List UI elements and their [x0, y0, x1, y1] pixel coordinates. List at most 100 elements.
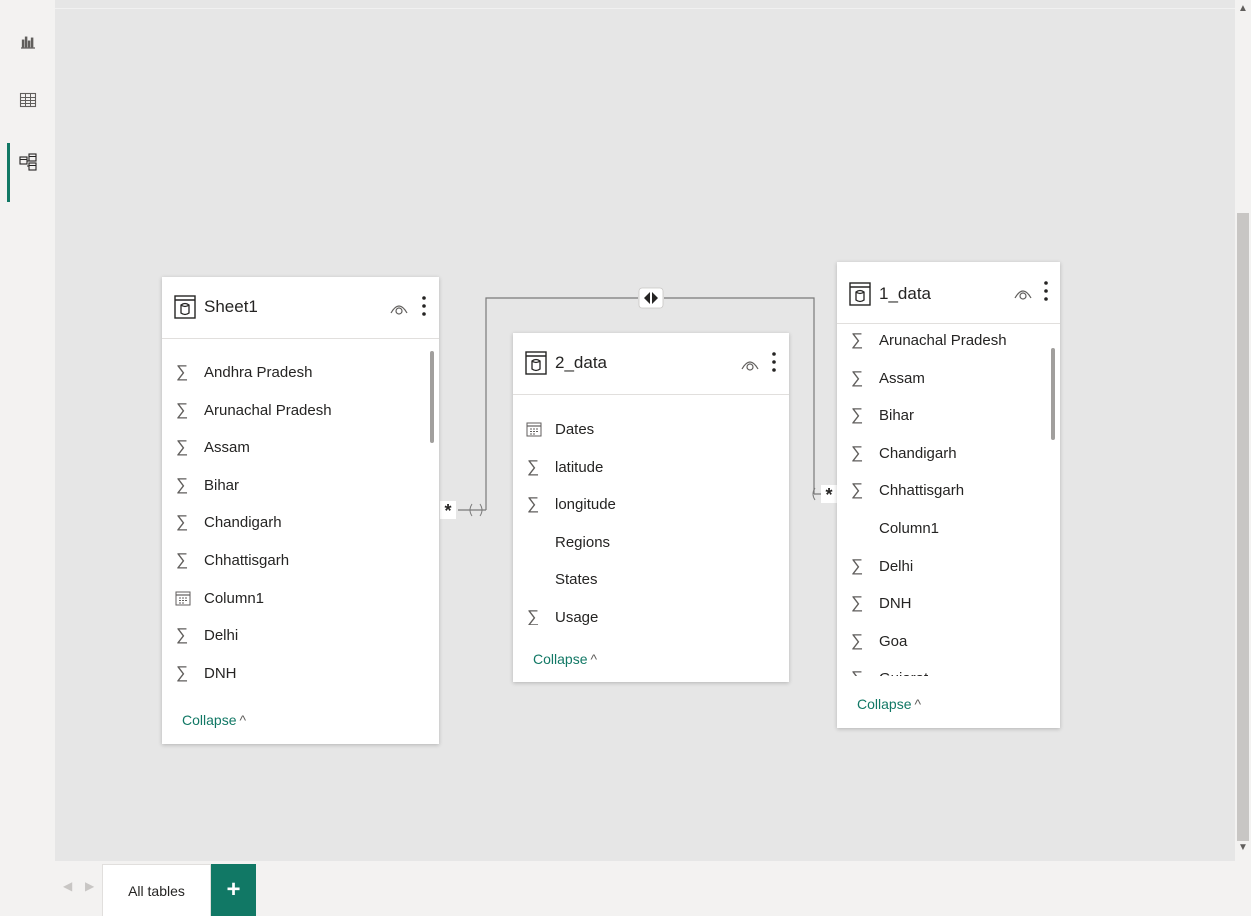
field-label: DNH — [204, 664, 237, 682]
field-row[interactable]: ∑ Gujarat — [837, 659, 1060, 676]
table-card-sheet1[interactable]: Sheet1 ∑ Andhra Pradesh ∑ Arunachal Pradesh… — [162, 277, 439, 744]
model-view-button[interactable] — [0, 139, 55, 202]
table-card-header[interactable]: Sheet1 — [162, 277, 439, 339]
field-list[interactable]: ∑ Andhra Pradesh ∑ Arunachal Pradesh ∑ Assam ∑… — [162, 339, 439, 689]
table-icon — [849, 282, 871, 306]
sum-icon: ∑ — [176, 362, 189, 381]
field-label: Bihar — [204, 476, 240, 494]
more-options-icon[interactable] — [770, 349, 778, 375]
field-list[interactable]: ∑ Arunachal Pradesh ∑ Assam ∑ Bihar ∑ Chandigar… — [837, 324, 1060, 677]
field-label: Chhattisgarh — [879, 482, 965, 500]
table-card-1-data[interactable]: 1_data ∑ Arunachal Pradesh ∑ Assam ∑ Bihar ∑ Ch… — [837, 262, 1060, 728]
field-row[interactable]: ∑ Delhi — [837, 547, 1060, 584]
field-row[interactable]: ∑ Arunachal Pradesh — [162, 391, 439, 428]
field-row[interactable]: Dates — [513, 410, 789, 447]
add-layout-button[interactable]: + — [211, 864, 256, 916]
sum-icon: ∑ — [176, 474, 189, 494]
field-label: Dates — [555, 421, 595, 438]
field-list[interactable]: Dates ∑ latitude ∑ longitude Regions States ∑ Us… — [513, 395, 789, 625]
field-label: Assam — [204, 439, 250, 457]
layout-tab-bar: ◀ ▶ All tables + — [55, 861, 1251, 916]
table-card-header[interactable]: 1_data — [837, 262, 1060, 324]
field-row[interactable]: ∑ Usage — [513, 598, 789, 626]
report-view-button[interactable] — [0, 18, 55, 64]
field-row[interactable]: ∑ Bihar — [162, 466, 439, 503]
chevron-up-icon: ^ — [590, 651, 598, 667]
field-row[interactable]: Column1 — [162, 579, 439, 616]
field-row[interactable]: Regions — [513, 523, 789, 560]
field-label: Chhattisgarh — [204, 552, 290, 569]
table-icon — [525, 351, 547, 375]
field-row[interactable]: ∑ DNH — [837, 584, 1060, 621]
scroll-down-arrow-icon[interactable]: ▼ — [1235, 841, 1251, 855]
field-label: Delhi — [879, 557, 914, 575]
field-row[interactable]: ∑ Andhra Pradesh — [162, 353, 439, 390]
canvas-scrollbar[interactable]: ▲ ▼ — [1235, 0, 1251, 861]
chevron-up-icon: ^ — [239, 712, 247, 728]
model-icon — [18, 153, 37, 171]
field-label: Regions — [555, 533, 611, 551]
field-label: longitude — [555, 496, 616, 514]
more-options-icon[interactable] — [420, 293, 428, 319]
field-label: Assam — [879, 369, 925, 387]
sum-icon: ∑ — [851, 367, 864, 387]
sum-icon: ∑ — [176, 662, 189, 682]
visibility-icon[interactable] — [1013, 286, 1033, 302]
collapse-button[interactable]: Collapse ^ — [533, 651, 597, 667]
field-row[interactable]: ∑ Delhi — [162, 616, 439, 653]
field-row[interactable]: ∑ Assam — [162, 428, 439, 465]
grid-icon — [19, 92, 36, 108]
sum-icon: ∑ — [851, 669, 867, 676]
tab-scroll-left-icon[interactable]: ◀ — [63, 879, 72, 893]
many-cardinality-marker: * — [440, 501, 456, 521]
table-card-2-data[interactable]: 2_data Dates ∑ latitude ∑ longitude Regions St… — [513, 333, 789, 682]
field-list-scrollbar[interactable] — [430, 351, 434, 443]
sum-icon: ∑ — [851, 480, 864, 500]
field-row[interactable]: ∑ Goa — [837, 622, 1060, 659]
sum-icon: ∑ — [176, 625, 189, 645]
table-view-button[interactable] — [0, 77, 55, 123]
field-label: Arunachal Pradesh — [204, 401, 332, 419]
bar-chart-icon — [20, 36, 35, 49]
field-row[interactable]: ∑ Chandigarh — [837, 434, 1060, 471]
field-row[interactable]: ∑ latitude — [513, 448, 789, 485]
table-title: 2_data — [555, 353, 607, 372]
collapse-button[interactable]: Collapse ^ — [182, 712, 246, 728]
field-row[interactable]: Column1 — [837, 509, 1060, 546]
more-options-icon[interactable] — [1042, 278, 1050, 304]
sum-icon: ∑ — [176, 512, 189, 532]
field-label: Goa — [879, 632, 908, 650]
field-label: Usage — [555, 609, 599, 625]
sum-icon: ∑ — [851, 593, 864, 613]
view-rail — [0, 0, 55, 916]
field-row[interactable]: ∑ Assam — [837, 359, 1060, 396]
bidirectional-arrow-icon[interactable] — [638, 287, 664, 309]
table-icon — [174, 295, 196, 319]
field-list-scrollbar[interactable] — [1051, 348, 1055, 440]
field-label: Bihar — [879, 407, 915, 425]
field-label: Chandigarh — [879, 444, 957, 462]
field-row[interactable]: ∑ Chhattisgarh — [162, 541, 439, 578]
sum-icon: ∑ — [851, 330, 864, 349]
collapse-button[interactable]: Collapse ^ — [857, 696, 921, 712]
field-label: Chandigarh — [204, 514, 282, 532]
field-row[interactable]: States — [513, 560, 789, 597]
visibility-icon[interactable] — [389, 301, 409, 317]
field-row[interactable]: ∑ longitude — [513, 485, 789, 522]
sum-icon: ∑ — [176, 399, 189, 419]
sum-icon: ∑ — [527, 607, 540, 626]
field-row[interactable]: ∑ Chhattisgarh — [837, 471, 1060, 508]
field-row[interactable]: ∑ Bihar — [837, 396, 1060, 433]
field-row[interactable]: ∑ Chandigarh — [162, 503, 439, 540]
field-label: Column1 — [879, 520, 940, 537]
tab-all-tables[interactable]: All tables — [102, 864, 211, 916]
field-row[interactable]: ∑ Arunachal Pradesh — [837, 324, 1060, 358]
tab-scroll-right-icon[interactable]: ▶ — [85, 879, 94, 893]
field-row[interactable]: ∑ DNH — [162, 654, 439, 689]
scrollbar-thumb[interactable] — [1237, 213, 1249, 841]
many-cardinality-marker: * — [821, 485, 837, 505]
visibility-icon[interactable] — [740, 357, 760, 373]
field-label: Column1 — [204, 589, 265, 607]
table-card-header[interactable]: 2_data — [513, 333, 789, 395]
scroll-up-arrow-icon[interactable]: ▲ — [1235, 2, 1251, 16]
